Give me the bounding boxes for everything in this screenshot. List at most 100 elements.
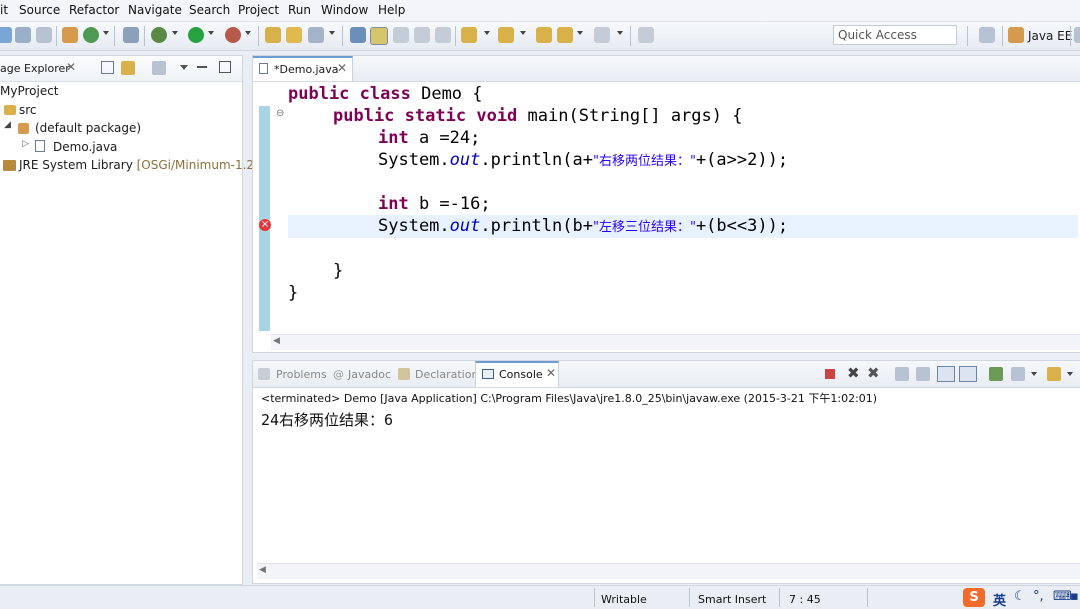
previous-annotation-icon[interactable] (498, 27, 514, 43)
fold-collapse-icon[interactable]: ⊖ (276, 108, 284, 119)
close-icon[interactable]: ✕ (66, 60, 76, 74)
show-stdout-icon[interactable] (937, 366, 955, 382)
tab-console[interactable]: Console ✕ (475, 361, 559, 387)
status-bar: Writable Smart Insert 7 : 45 S 英 ☾ °, ⌨ … (0, 585, 1080, 609)
java-perspective-icon[interactable] (1074, 27, 1080, 43)
keyboard-icon[interactable]: ⌨ (1053, 589, 1072, 604)
skip-breakpoints-icon[interactable] (123, 27, 139, 43)
open-perspective-icon[interactable] (979, 27, 995, 43)
open-console-dropdown-icon[interactable] (1067, 372, 1073, 376)
ime-menu-icon[interactable]: ▪ (1070, 589, 1079, 604)
pin-console-icon[interactable] (989, 367, 1003, 381)
console-tab-label: Console (499, 368, 543, 381)
close-icon[interactable]: ✕ (337, 61, 347, 75)
moon-icon[interactable]: ☾ (1014, 589, 1026, 604)
expanded-arrow-icon[interactable]: ◢ (4, 120, 11, 130)
save-icon[interactable] (15, 27, 31, 43)
status-writable: Writable (601, 593, 647, 606)
server-icon[interactable] (62, 27, 78, 43)
collapse-all-icon[interactable] (101, 61, 114, 74)
main-toolbar: Quick Access Java EE (0, 22, 1080, 51)
code-line-6: System.out.println(b+"左移三位结果："+(b<<3)); (378, 216, 789, 236)
new-icon[interactable] (0, 27, 12, 43)
package-explorer-tabbar: age Explorer ✕ (0, 56, 242, 82)
ime-logo-icon[interactable]: S (963, 588, 985, 607)
mark-occurrences-icon[interactable] (370, 27, 388, 45)
collapsed-arrow-icon[interactable]: ▷ (22, 139, 29, 149)
show-stderr-icon[interactable] (959, 366, 977, 382)
refresh-icon[interactable] (83, 27, 99, 43)
last-edit-location-icon[interactable] (536, 27, 552, 43)
tree-item-project[interactable]: MyProject (0, 84, 59, 98)
word-wrap-icon[interactable] (393, 27, 409, 43)
minimize-icon[interactable] (197, 66, 207, 68)
javadoc-icon: @ (333, 368, 344, 381)
forward-arrow-icon[interactable] (594, 27, 610, 43)
search-icon[interactable] (350, 27, 366, 43)
pin-editor-icon[interactable] (638, 27, 654, 43)
java-file-icon (35, 140, 45, 152)
block-selection-icon[interactable] (414, 27, 430, 43)
back-arrow-icon[interactable] (557, 27, 573, 43)
menu-search[interactable]: Search (189, 3, 230, 17)
quick-access-input[interactable]: Quick Access (833, 25, 957, 45)
tree-item-demo-java[interactable]: Demo.java (53, 140, 117, 154)
editor-horizontal-scrollbar[interactable]: ◀ (271, 334, 1080, 350)
run-icon[interactable] (188, 27, 204, 43)
menu-refactor[interactable]: Refactor (69, 3, 119, 17)
code-area[interactable]: public class Demo { public static void m… (288, 81, 1078, 326)
problems-icon (258, 368, 270, 380)
menu-edit[interactable]: it (0, 3, 8, 17)
open-task-icon[interactable] (308, 27, 324, 43)
menu-run[interactable]: Run (288, 3, 311, 17)
java-ee-perspective-icon[interactable] (1008, 27, 1024, 43)
external-tools-icon[interactable] (225, 27, 241, 43)
view-menu-icon[interactable] (180, 65, 188, 70)
menu-project[interactable]: Project (238, 3, 279, 17)
console-horizontal-scrollbar[interactable]: ◀ (257, 563, 1080, 579)
link-with-editor-icon[interactable] (121, 61, 135, 75)
open-console-icon[interactable] (1047, 367, 1061, 381)
editor-tab-demo[interactable]: *Demo.java ✕ (253, 56, 353, 81)
perspective-label[interactable]: Java EE (1028, 29, 1072, 43)
console-output[interactable]: 24右移两位结果：6 (261, 409, 393, 430)
tab-problems[interactable]: Problems (276, 368, 327, 381)
clear-console-icon[interactable] (895, 367, 909, 381)
editor-tab-label: *Demo.java (274, 63, 339, 76)
status-cursor-position: 7 : 45 (789, 593, 821, 606)
terminate-icon[interactable] (825, 369, 835, 379)
view-filter-icon[interactable] (152, 61, 166, 75)
new-java-project-icon[interactable] (265, 27, 281, 43)
print-icon[interactable] (36, 27, 52, 43)
tree-item-jre[interactable]: JRE System Library [OSGi/Minimum-1.2] (19, 158, 259, 172)
tree-item-default-package[interactable]: (default package) (35, 121, 141, 135)
open-type-icon[interactable] (286, 27, 302, 43)
display-console-icon[interactable] (1011, 367, 1025, 381)
menu-help[interactable]: Help (378, 3, 405, 17)
package-explorer-title[interactable]: age Explorer (0, 62, 70, 75)
ime-language[interactable]: 英 (993, 590, 1006, 609)
menu-bar: it Source Refactor Navigate Search Proje… (0, 0, 1080, 22)
tree-item-src[interactable]: src (19, 103, 37, 117)
remove-launch-icon[interactable]: ✖ (847, 364, 860, 382)
maximize-icon[interactable] (219, 61, 231, 73)
debug-icon[interactable] (151, 27, 167, 43)
declaration-icon (398, 368, 410, 380)
next-annotation-icon[interactable] (461, 27, 477, 43)
display-console-dropdown-icon[interactable] (1031, 372, 1037, 376)
menu-navigate[interactable]: Navigate (128, 3, 182, 17)
menu-source[interactable]: Source (19, 3, 60, 17)
close-icon[interactable]: ✕ (546, 366, 556, 380)
remove-all-terminated-icon[interactable]: ✖ (867, 364, 880, 382)
punctuation-icon[interactable]: °, (1033, 589, 1044, 604)
jre-label: JRE System Library (19, 158, 133, 172)
tab-javadoc[interactable]: Javadoc (348, 368, 391, 381)
menu-window[interactable]: Window (321, 3, 368, 17)
code-line-4: System.out.println(a+"右移两位结果："+(a>>2)); (378, 150, 789, 170)
scroll-left-icon[interactable]: ◀ (273, 336, 280, 346)
tab-declaration[interactable]: Declaration (415, 368, 478, 381)
show-whitespace-icon[interactable] (435, 27, 451, 43)
scroll-lock-icon[interactable] (916, 367, 930, 381)
scroll-left-icon[interactable]: ◀ (259, 565, 266, 575)
error-marker-icon[interactable]: × (259, 219, 271, 231)
